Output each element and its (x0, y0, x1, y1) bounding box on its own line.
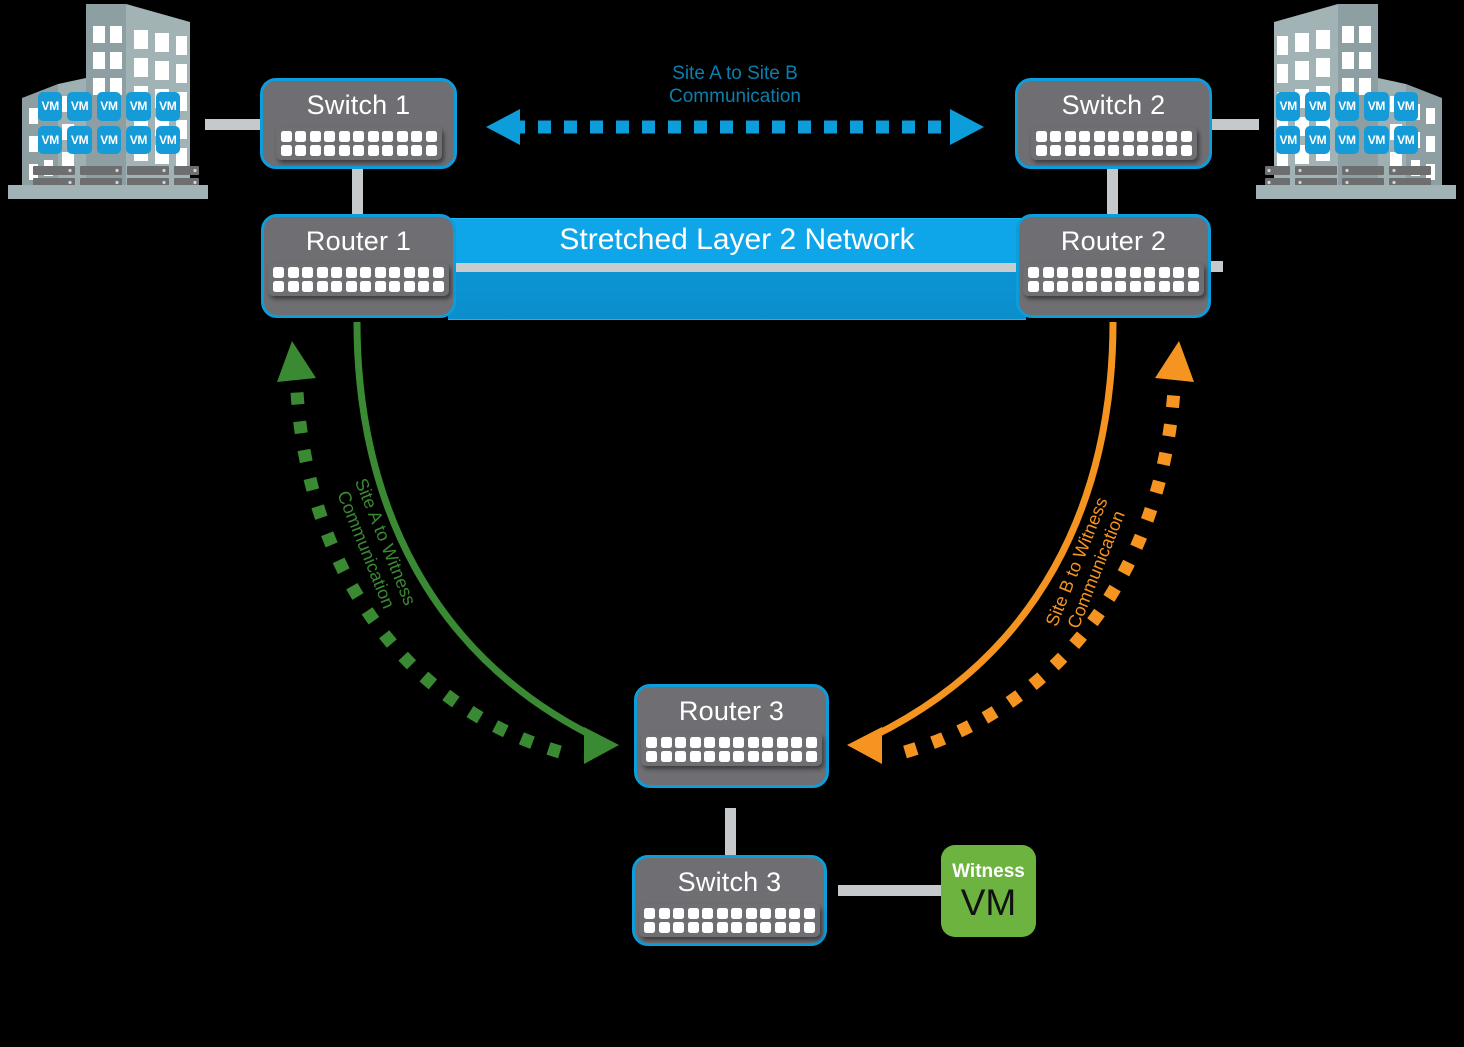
witness-vm-top-label: Witness (952, 860, 1025, 882)
switch2-ports (1030, 127, 1197, 160)
vm-badge: VM (38, 92, 63, 121)
vm-badge: VM (1393, 92, 1418, 121)
router3-ports (641, 733, 822, 766)
vm-badge: VM (1276, 125, 1301, 154)
device-router1[interactable]: Router 1 (261, 214, 456, 318)
router1-ports (268, 263, 449, 296)
switch1-label: Switch 1 (306, 90, 411, 120)
cable-switch3-to-witness (838, 885, 942, 896)
switch3-ports (639, 904, 820, 937)
witness-vm-bottom-label: VM (960, 881, 1017, 923)
site-b-to-witness-arc (847, 321, 1194, 764)
site-a-to-site-b-arrow (486, 109, 984, 145)
vm-badge: VM (67, 92, 92, 121)
device-router2[interactable]: Router 2 (1016, 214, 1211, 318)
router2-ports (1023, 263, 1204, 296)
band-center-line (448, 263, 1026, 272)
device-switch2[interactable]: Switch 2 (1015, 78, 1212, 169)
site-a-to-site-b-label-line1: Site A to Site B (672, 63, 798, 84)
vm-badge: VM (1393, 125, 1418, 154)
vm-badge: VM (1364, 125, 1389, 154)
vm-badge: VM (38, 125, 63, 154)
router2-label: Router 2 (1060, 226, 1167, 256)
vm-badge: VM (155, 125, 180, 154)
cable-switch1-to-router1 (352, 167, 363, 216)
vm-badge: VM (1276, 92, 1301, 121)
vm-badge: VM (1305, 92, 1330, 121)
switch2-label: Switch 2 (1061, 90, 1166, 120)
device-switch1[interactable]: Switch 1 (260, 78, 457, 169)
switch1-ports (275, 127, 442, 160)
site-a-to-site-b-label-line2: Communication (669, 86, 801, 108)
vm-badge: VM (96, 92, 122, 121)
site-a-vm-grid: VM VM VM VM VM VM VM VM VM VM (38, 92, 180, 154)
site-a-to-witness-arc (277, 321, 619, 764)
cable-router3-to-switch3 (725, 808, 736, 858)
vm-badge: VM (126, 92, 151, 121)
vm-badge: VM (67, 125, 92, 154)
cable-router2-stub (1209, 261, 1223, 272)
vm-badge: VM (1364, 92, 1389, 121)
router3-label: Router 3 (678, 696, 785, 726)
site-a-to-site-b-label: Site A to Site B Communication (585, 62, 885, 108)
vm-badge: VM (126, 125, 151, 154)
router1-label: Router 1 (305, 226, 412, 256)
vm-badge: VM (1334, 92, 1360, 121)
device-switch3[interactable]: Switch 3 (632, 855, 827, 946)
vm-badge: VM (155, 92, 180, 121)
vm-badge: VM (96, 125, 122, 154)
witness-vm-node[interactable]: Witness VM (941, 845, 1036, 937)
cable-switch2-to-router2 (1107, 167, 1118, 216)
switch3-label: Switch 3 (677, 867, 782, 897)
vm-badge: VM (1305, 125, 1330, 154)
device-router3[interactable]: Router 3 (634, 684, 829, 788)
stretched-layer2-band: Stretched Layer 2 Network (448, 218, 1026, 320)
stretched-layer2-label: Stretched Layer 2 Network (559, 223, 915, 256)
site-b-vm-grid: VM VM VM VM VM VM VM VM VM VM (1276, 92, 1418, 154)
network-diagram-canvas: VM VM VM VM VM VM VM VM VM VM VM VM VM V… (0, 0, 1464, 1047)
cable-site-a-to-switch1 (205, 119, 265, 130)
vm-badge: VM (1334, 125, 1360, 154)
